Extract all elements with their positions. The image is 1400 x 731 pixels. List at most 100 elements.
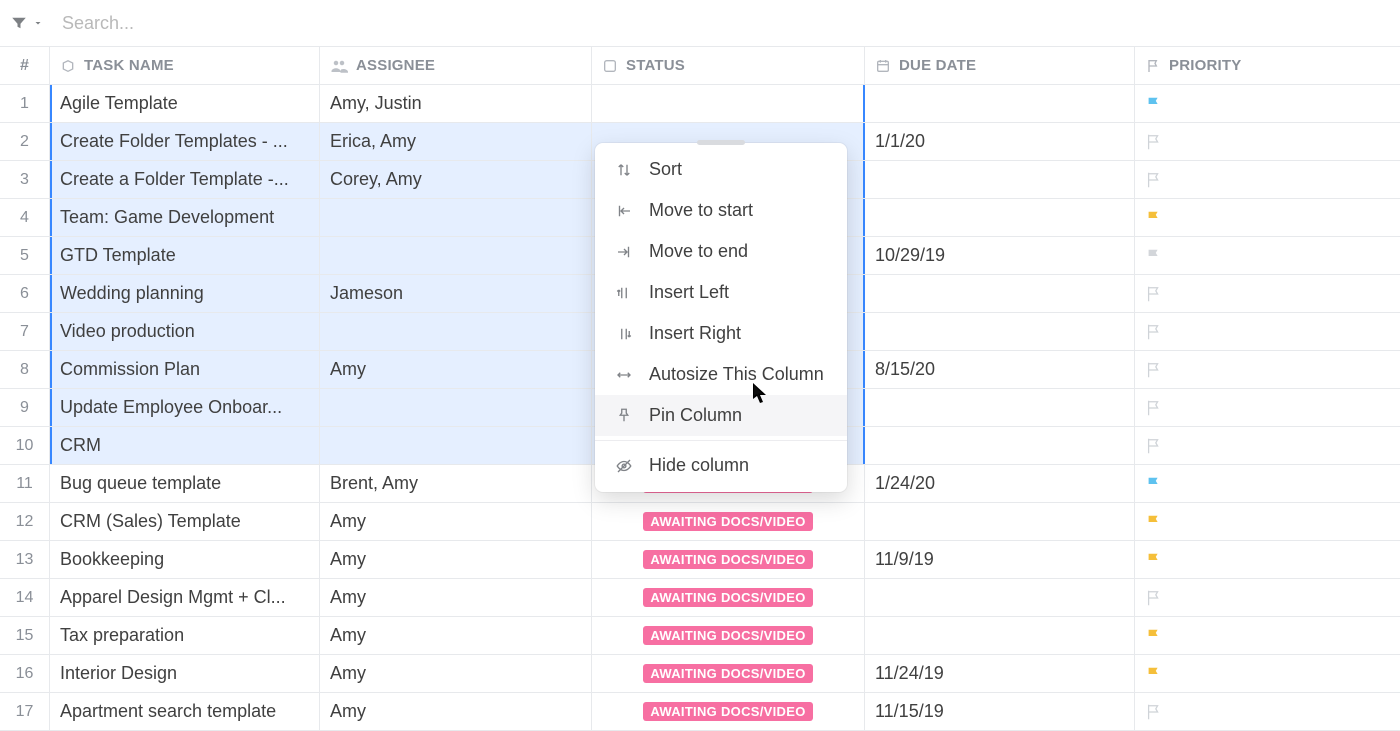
assignee-cell[interactable]: Amy, Justin [320, 85, 592, 122]
assignee-cell[interactable] [320, 313, 592, 350]
due-date-cell[interactable] [865, 85, 1135, 122]
status-cell[interactable]: AWAITING DOCS/VIDEO [592, 503, 865, 540]
task-name-cell[interactable]: Update Employee Onboar... [50, 389, 320, 426]
task-name-cell[interactable]: GTD Template [50, 237, 320, 274]
task-name-cell[interactable]: Apartment search template [50, 693, 320, 730]
menu-autosize[interactable]: Autosize This Column [595, 354, 847, 395]
priority-cell[interactable] [1135, 503, 1400, 540]
column-header-task[interactable]: TASK NAME [50, 47, 320, 84]
assignee-cell[interactable]: Brent, Amy [320, 465, 592, 502]
status-cell[interactable] [592, 85, 865, 122]
task-name-cell[interactable]: Commission Plan [50, 351, 320, 388]
task-name-cell[interactable]: Create Folder Templates - ... [50, 123, 320, 160]
task-name-cell[interactable]: Create a Folder Template -... [50, 161, 320, 198]
priority-cell[interactable] [1135, 389, 1400, 426]
due-date-cell[interactable] [865, 389, 1135, 426]
priority-cell[interactable] [1135, 237, 1400, 274]
due-date-cell[interactable]: 8/15/20 [865, 351, 1135, 388]
status-cell[interactable]: AWAITING DOCS/VIDEO [592, 541, 865, 578]
task-name-cell[interactable]: Video production [50, 313, 320, 350]
due-date-cell[interactable]: 11/15/19 [865, 693, 1135, 730]
assignee-cell[interactable]: Amy [320, 351, 592, 388]
table-row[interactable]: 14Apparel Design Mgmt + Cl...AmyAWAITING… [0, 579, 1400, 617]
table-row[interactable]: 17Apartment search templateAmyAWAITING D… [0, 693, 1400, 731]
assignee-cell[interactable]: Erica, Amy [320, 123, 592, 160]
due-date-cell[interactable] [865, 579, 1135, 616]
due-date-cell[interactable]: 1/1/20 [865, 123, 1135, 160]
menu-hide[interactable]: Hide column [595, 445, 847, 486]
menu-pin[interactable]: Pin Column [595, 395, 847, 436]
menu-move-start[interactable]: Move to start [595, 190, 847, 231]
priority-cell[interactable] [1135, 313, 1400, 350]
table-row[interactable]: 15Tax preparationAmyAWAITING DOCS/VIDEO [0, 617, 1400, 655]
priority-cell[interactable] [1135, 427, 1400, 464]
task-name-cell[interactable]: Team: Game Development [50, 199, 320, 236]
assignee-cell[interactable]: Amy [320, 503, 592, 540]
priority-cell[interactable] [1135, 199, 1400, 236]
due-date-cell[interactable] [865, 503, 1135, 540]
priority-cell[interactable] [1135, 655, 1400, 692]
column-header-assignee[interactable]: ASSIGNEE [320, 47, 592, 84]
task-name-cell[interactable]: Bug queue template [50, 465, 320, 502]
assignee-cell[interactable]: Jameson [320, 275, 592, 312]
column-header-status[interactable]: STATUS [592, 47, 865, 84]
priority-cell[interactable] [1135, 123, 1400, 160]
due-date-cell[interactable]: 11/24/19 [865, 655, 1135, 692]
status-cell[interactable]: AWAITING DOCS/VIDEO [592, 655, 865, 692]
table-row[interactable]: 16Interior DesignAmyAWAITING DOCS/VIDEO1… [0, 655, 1400, 693]
due-date-cell[interactable] [865, 427, 1135, 464]
due-date-cell[interactable]: 10/29/19 [865, 237, 1135, 274]
task-name-cell[interactable]: Tax preparation [50, 617, 320, 654]
priority-cell[interactable] [1135, 275, 1400, 312]
task-name-cell[interactable]: Wedding planning [50, 275, 320, 312]
column-header-due[interactable]: DUE DATE [865, 47, 1135, 84]
assignee-cell[interactable] [320, 427, 592, 464]
table-row[interactable]: 13BookkeepingAmyAWAITING DOCS/VIDEO11/9/… [0, 541, 1400, 579]
assignee-cell[interactable]: Amy [320, 693, 592, 730]
task-name-cell[interactable]: CRM [50, 427, 320, 464]
assignee-cell[interactable] [320, 237, 592, 274]
assignee-cell[interactable]: Amy [320, 541, 592, 578]
due-date-cell[interactable] [865, 313, 1135, 350]
priority-cell[interactable] [1135, 579, 1400, 616]
menu-insert-left[interactable]: Insert Left [595, 272, 847, 313]
menu-sort[interactable]: Sort [595, 149, 847, 190]
menu-insert-right[interactable]: Insert Right [595, 313, 847, 354]
search-input[interactable] [54, 9, 354, 38]
priority-cell[interactable] [1135, 85, 1400, 122]
task-name-cell[interactable]: Agile Template [50, 85, 320, 122]
due-date-cell[interactable]: 1/24/20 [865, 465, 1135, 502]
assignee-cell[interactable]: Amy [320, 617, 592, 654]
priority-cell[interactable] [1135, 617, 1400, 654]
task-name-cell[interactable]: CRM (Sales) Template [50, 503, 320, 540]
task-name-cell[interactable]: Interior Design [50, 655, 320, 692]
due-date-cell[interactable] [865, 161, 1135, 198]
due-date-cell[interactable]: 11/9/19 [865, 541, 1135, 578]
priority-cell[interactable] [1135, 541, 1400, 578]
priority-cell[interactable] [1135, 693, 1400, 730]
status-cell[interactable]: AWAITING DOCS/VIDEO [592, 579, 865, 616]
status-cell[interactable]: AWAITING DOCS/VIDEO [592, 617, 865, 654]
column-header-priority[interactable]: PRIORITY [1135, 47, 1400, 84]
menu-autosize-label: Autosize This Column [649, 364, 824, 385]
task-name-cell[interactable]: Bookkeeping [50, 541, 320, 578]
assignee-cell[interactable]: Amy [320, 579, 592, 616]
table-row[interactable]: 12CRM (Sales) TemplateAmyAWAITING DOCS/V… [0, 503, 1400, 541]
assignee-cell[interactable]: Amy [320, 655, 592, 692]
filter-button[interactable] [10, 14, 44, 32]
due-date-cell[interactable] [865, 275, 1135, 312]
column-header-number[interactable]: # [0, 47, 50, 84]
menu-move-end[interactable]: Move to end [595, 231, 847, 272]
priority-cell[interactable] [1135, 465, 1400, 502]
status-cell[interactable]: AWAITING DOCS/VIDEO [592, 693, 865, 730]
assignee-cell[interactable] [320, 199, 592, 236]
priority-cell[interactable] [1135, 161, 1400, 198]
due-date-cell[interactable] [865, 617, 1135, 654]
assignee-cell[interactable]: Corey, Amy [320, 161, 592, 198]
due-date-cell[interactable] [865, 199, 1135, 236]
priority-cell[interactable] [1135, 351, 1400, 388]
assignee-cell[interactable] [320, 389, 592, 426]
priority-flag-icon [1145, 513, 1163, 531]
task-name-cell[interactable]: Apparel Design Mgmt + Cl... [50, 579, 320, 616]
table-row[interactable]: 1Agile TemplateAmy, Justin [0, 85, 1400, 123]
